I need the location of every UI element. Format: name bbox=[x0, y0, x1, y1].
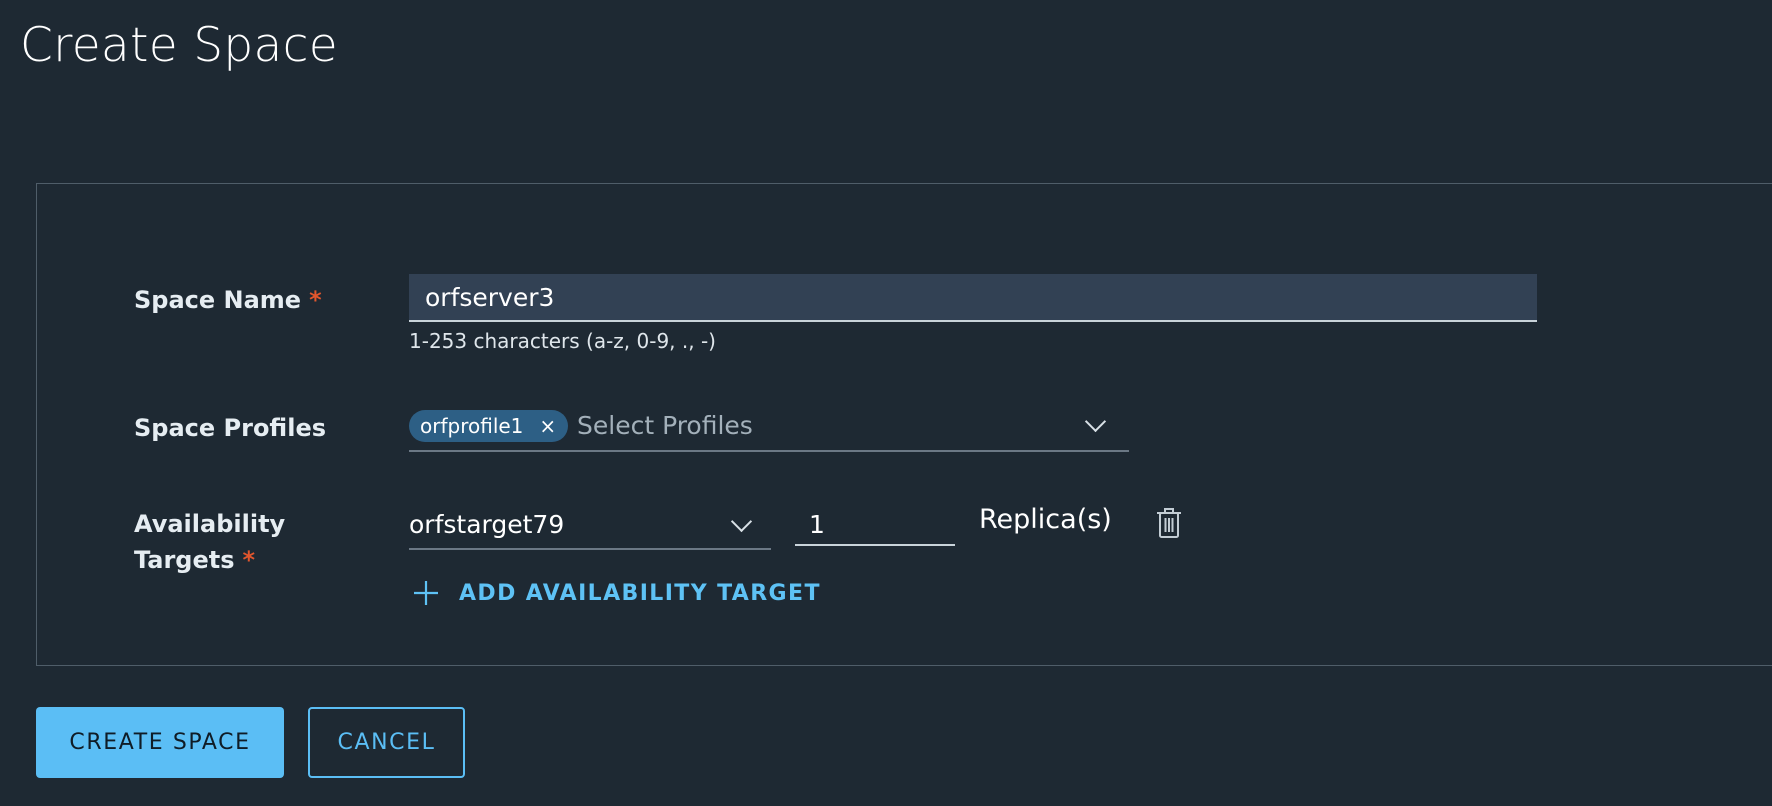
create-space-button[interactable]: CREATE SPACE bbox=[36, 707, 284, 778]
replica-label: Replica(s) bbox=[979, 504, 1112, 535]
chevron-down-icon[interactable] bbox=[730, 510, 753, 533]
close-icon[interactable]: × bbox=[539, 416, 556, 436]
profile-chip-label: orfprofile1 bbox=[420, 414, 524, 438]
create-space-form: Space Name* 1-253 characters (a-z, 0-9, … bbox=[36, 183, 1772, 666]
space-profiles-label: Space Profiles bbox=[134, 414, 327, 442]
availability-targets-label: Availability Targets * bbox=[134, 506, 285, 578]
space-name-label: Space Name * bbox=[134, 282, 322, 318]
required-marker: * bbox=[242, 546, 256, 574]
plus-icon bbox=[414, 581, 438, 605]
cancel-button[interactable]: CANCEL bbox=[308, 707, 465, 778]
availability-target-value: orfstarget79 bbox=[409, 510, 565, 539]
replica-count-input[interactable] bbox=[795, 504, 955, 546]
space-profiles-select[interactable]: orfprofile1 × Select Profiles bbox=[409, 406, 1129, 452]
trash-icon[interactable] bbox=[1156, 507, 1182, 539]
chevron-down-icon[interactable] bbox=[1084, 410, 1107, 433]
space-name-label-text: Space Name bbox=[134, 286, 302, 314]
profiles-placeholder: Select Profiles bbox=[577, 411, 753, 440]
availability-targets-label-line2: Targets bbox=[134, 546, 235, 574]
availability-target-select[interactable]: orfstarget79 bbox=[409, 506, 771, 550]
add-availability-target-label: ADD AVAILABILITY TARGET bbox=[459, 580, 821, 606]
space-name-hint: 1-253 characters (a-z, 0-9, ., -) bbox=[409, 329, 716, 353]
page-title: Create Space bbox=[20, 18, 338, 73]
add-availability-target-button[interactable]: ADD AVAILABILITY TARGET bbox=[413, 580, 821, 606]
required-marker: * bbox=[309, 286, 322, 314]
space-name-input[interactable] bbox=[409, 274, 1537, 322]
profile-chip: orfprofile1 × bbox=[409, 410, 569, 442]
availability-targets-label-line1: Availability bbox=[134, 510, 286, 538]
